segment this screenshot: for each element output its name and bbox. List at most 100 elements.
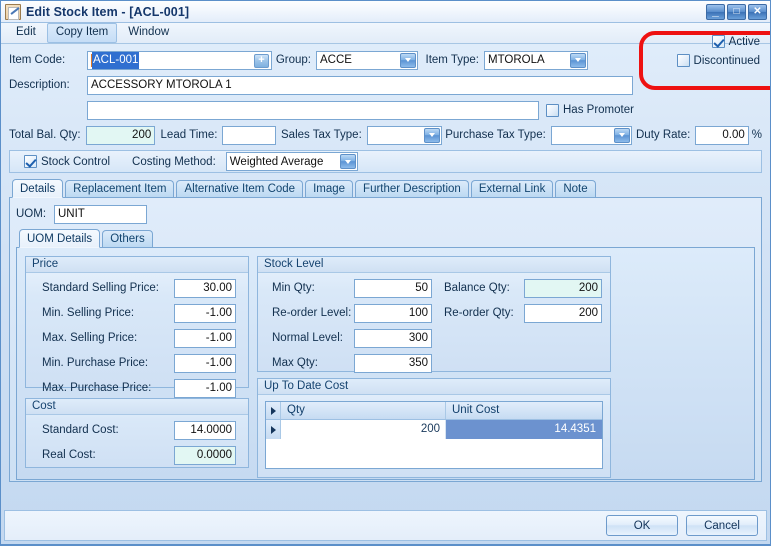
sub-tab-bar: UOM Details Others [16, 229, 755, 248]
tab-details[interactable]: Details [12, 179, 63, 198]
item-code-value: ACL-001 [92, 52, 139, 69]
re-order-level-label: Re-order Level: [258, 307, 354, 319]
has-promoter-checkbox[interactable]: Has Promoter [546, 104, 634, 117]
price-field-row: Standard Selling Price: 30.00 [32, 278, 242, 298]
stock-level-group-caption: Stock Level [258, 257, 610, 273]
tab-image[interactable]: Image [305, 180, 353, 197]
description-row: Description: ACCESSORY MTOROLA 1 [9, 75, 762, 95]
active-checkbox[interactable]: Active [712, 35, 760, 48]
price-fields: Standard Selling Price: 30.00 Min. Selli… [26, 273, 248, 403]
cell-qty[interactable]: 200 [281, 420, 446, 439]
window-controls: _ □ ✕ [706, 4, 767, 20]
duty-rate-unit: % [749, 129, 762, 141]
balance-qty-value: 200 [524, 279, 602, 298]
tab-external-link[interactable]: External Link [471, 180, 553, 197]
standard-selling-price-label: Standard Selling Price: [32, 282, 174, 294]
standard-cost-input[interactable]: 14.0000 [174, 421, 236, 440]
has-promoter-label: Has Promoter [563, 104, 634, 116]
item-type-select[interactable]: MTOROLA [484, 51, 588, 70]
item-type-value: MTOROLA [488, 54, 545, 66]
checkbox-box [546, 104, 559, 117]
price-field-row: Max. Purchase Price: -1.00 [32, 378, 242, 398]
sales-tax-type-select[interactable] [367, 126, 442, 145]
column-header-unit-cost[interactable]: Unit Cost [446, 402, 602, 419]
re-order-qty-label: Re-order Qty: [432, 307, 524, 319]
table-row[interactable]: 200 14.4351 [266, 420, 602, 439]
cell-unit-cost[interactable]: 14.4351 [446, 420, 602, 439]
standard-selling-price-input[interactable]: 30.00 [174, 279, 236, 298]
chevron-down-icon [570, 53, 586, 68]
minimize-button[interactable]: _ [706, 4, 725, 20]
checkbox-box [712, 35, 725, 48]
menu-item-copy-item[interactable]: Copy Item [47, 23, 117, 43]
max-qty-label: Max Qty: [258, 357, 354, 369]
stock-control-checkbox[interactable]: Stock Control [24, 155, 110, 168]
description-line2-input[interactable] [87, 101, 539, 120]
min-purchase-price-input[interactable]: -1.00 [174, 354, 236, 373]
title-bar: Edit Stock Item - [ACL-001] _ □ ✕ [1, 1, 770, 23]
row-selector-arrow-icon[interactable] [266, 420, 281, 439]
maximize-icon: □ [728, 5, 745, 19]
min-qty-label: Min Qty: [258, 282, 354, 294]
checkbox-box [24, 155, 37, 168]
tab-note[interactable]: Note [555, 180, 595, 197]
stock-level-row: Min Qty: 50 Balance Qty: 200 [258, 278, 610, 298]
re-order-qty-input[interactable]: 200 [524, 304, 602, 323]
uom-row: UOM: UNIT [16, 204, 755, 224]
chevron-down-icon [614, 128, 630, 143]
up-to-date-cost-grid[interactable]: Qty Unit Cost 200 14.4351 [265, 401, 603, 469]
description-line1-input[interactable]: ACCESSORY MTOROLA 1 [87, 76, 633, 95]
max-qty-input[interactable]: 350 [354, 354, 432, 373]
purchase-tax-type-select[interactable] [551, 126, 632, 145]
max-selling-price-input[interactable]: -1.00 [174, 329, 236, 348]
duty-rate-input[interactable]: 0.00 [695, 126, 748, 145]
column-header-qty[interactable]: Qty [281, 402, 446, 419]
balance-qty-label: Balance Qty: [432, 282, 524, 294]
menu-item-window[interactable]: Window [119, 23, 178, 43]
subtab-uom-details[interactable]: UOM Details [19, 229, 100, 248]
maximize-button[interactable]: □ [727, 4, 746, 20]
item-code-input[interactable]: ACL-001 + [87, 51, 272, 70]
price-field-row: Min. Selling Price: -1.00 [32, 303, 242, 323]
menu-item-edit[interactable]: Edit [7, 23, 45, 43]
close-icon: ✕ [749, 5, 766, 19]
discontinued-checkbox[interactable]: Discontinued [677, 54, 760, 67]
cost-group-caption: Cost [26, 399, 248, 415]
standard-cost-label: Standard Cost: [32, 424, 174, 436]
active-label: Active [729, 36, 760, 48]
group-select[interactable]: ACCE [316, 51, 418, 70]
discontinued-label: Discontinued [694, 55, 760, 67]
minimize-icon: _ [707, 5, 724, 19]
status-flags-group: Active Discontinued [642, 35, 760, 67]
total-bal-qty-label: Total Bal. Qty: [9, 129, 86, 141]
cost-group: Cost Standard Cost: 14.0000 Real Cost: 0… [25, 398, 249, 468]
edit-stock-item-window: Edit Stock Item - [ACL-001] _ □ ✕ Edit C… [0, 0, 771, 546]
stock-level-row: Max Qty: 350 [258, 353, 610, 373]
description-label: Description: [9, 79, 87, 91]
cost-fields: Standard Cost: 14.0000 Real Cost: 0.0000 [26, 415, 248, 470]
group-label: Group: [272, 54, 316, 66]
close-button[interactable]: ✕ [748, 4, 767, 20]
tab-alternative-item-code[interactable]: Alternative Item Code [176, 180, 303, 197]
max-purchase-price-input[interactable]: -1.00 [174, 379, 236, 398]
min-qty-input[interactable]: 50 [354, 279, 432, 298]
re-order-level-input[interactable]: 100 [354, 304, 432, 323]
cancel-button[interactable]: Cancel [686, 515, 758, 536]
item-code-lookup-button[interactable]: + [254, 54, 269, 68]
price-group-caption: Price [26, 257, 248, 273]
subtab-others[interactable]: Others [102, 230, 153, 247]
up-to-date-cost-caption: Up To Date Cost [258, 379, 610, 395]
details-tab-panel: UOM: UNIT UOM Details Others Price Stand… [9, 198, 762, 482]
ok-button[interactable]: OK [606, 515, 678, 536]
tab-further-description[interactable]: Further Description [355, 180, 469, 197]
group-value: ACCE [320, 54, 352, 66]
uom-label: UOM: [16, 208, 54, 220]
costing-method-select[interactable]: Weighted Average [226, 152, 358, 171]
tab-replacement-item[interactable]: Replacement Item [65, 180, 174, 197]
uom-input[interactable]: UNIT [54, 205, 147, 224]
costing-method-value: Weighted Average [230, 156, 324, 168]
normal-level-input[interactable]: 300 [354, 329, 432, 348]
quantities-row: Total Bal. Qty: 200 Lead Time: Sales Tax… [9, 125, 762, 145]
min-selling-price-input[interactable]: -1.00 [174, 304, 236, 323]
lead-time-input[interactable] [222, 126, 275, 145]
